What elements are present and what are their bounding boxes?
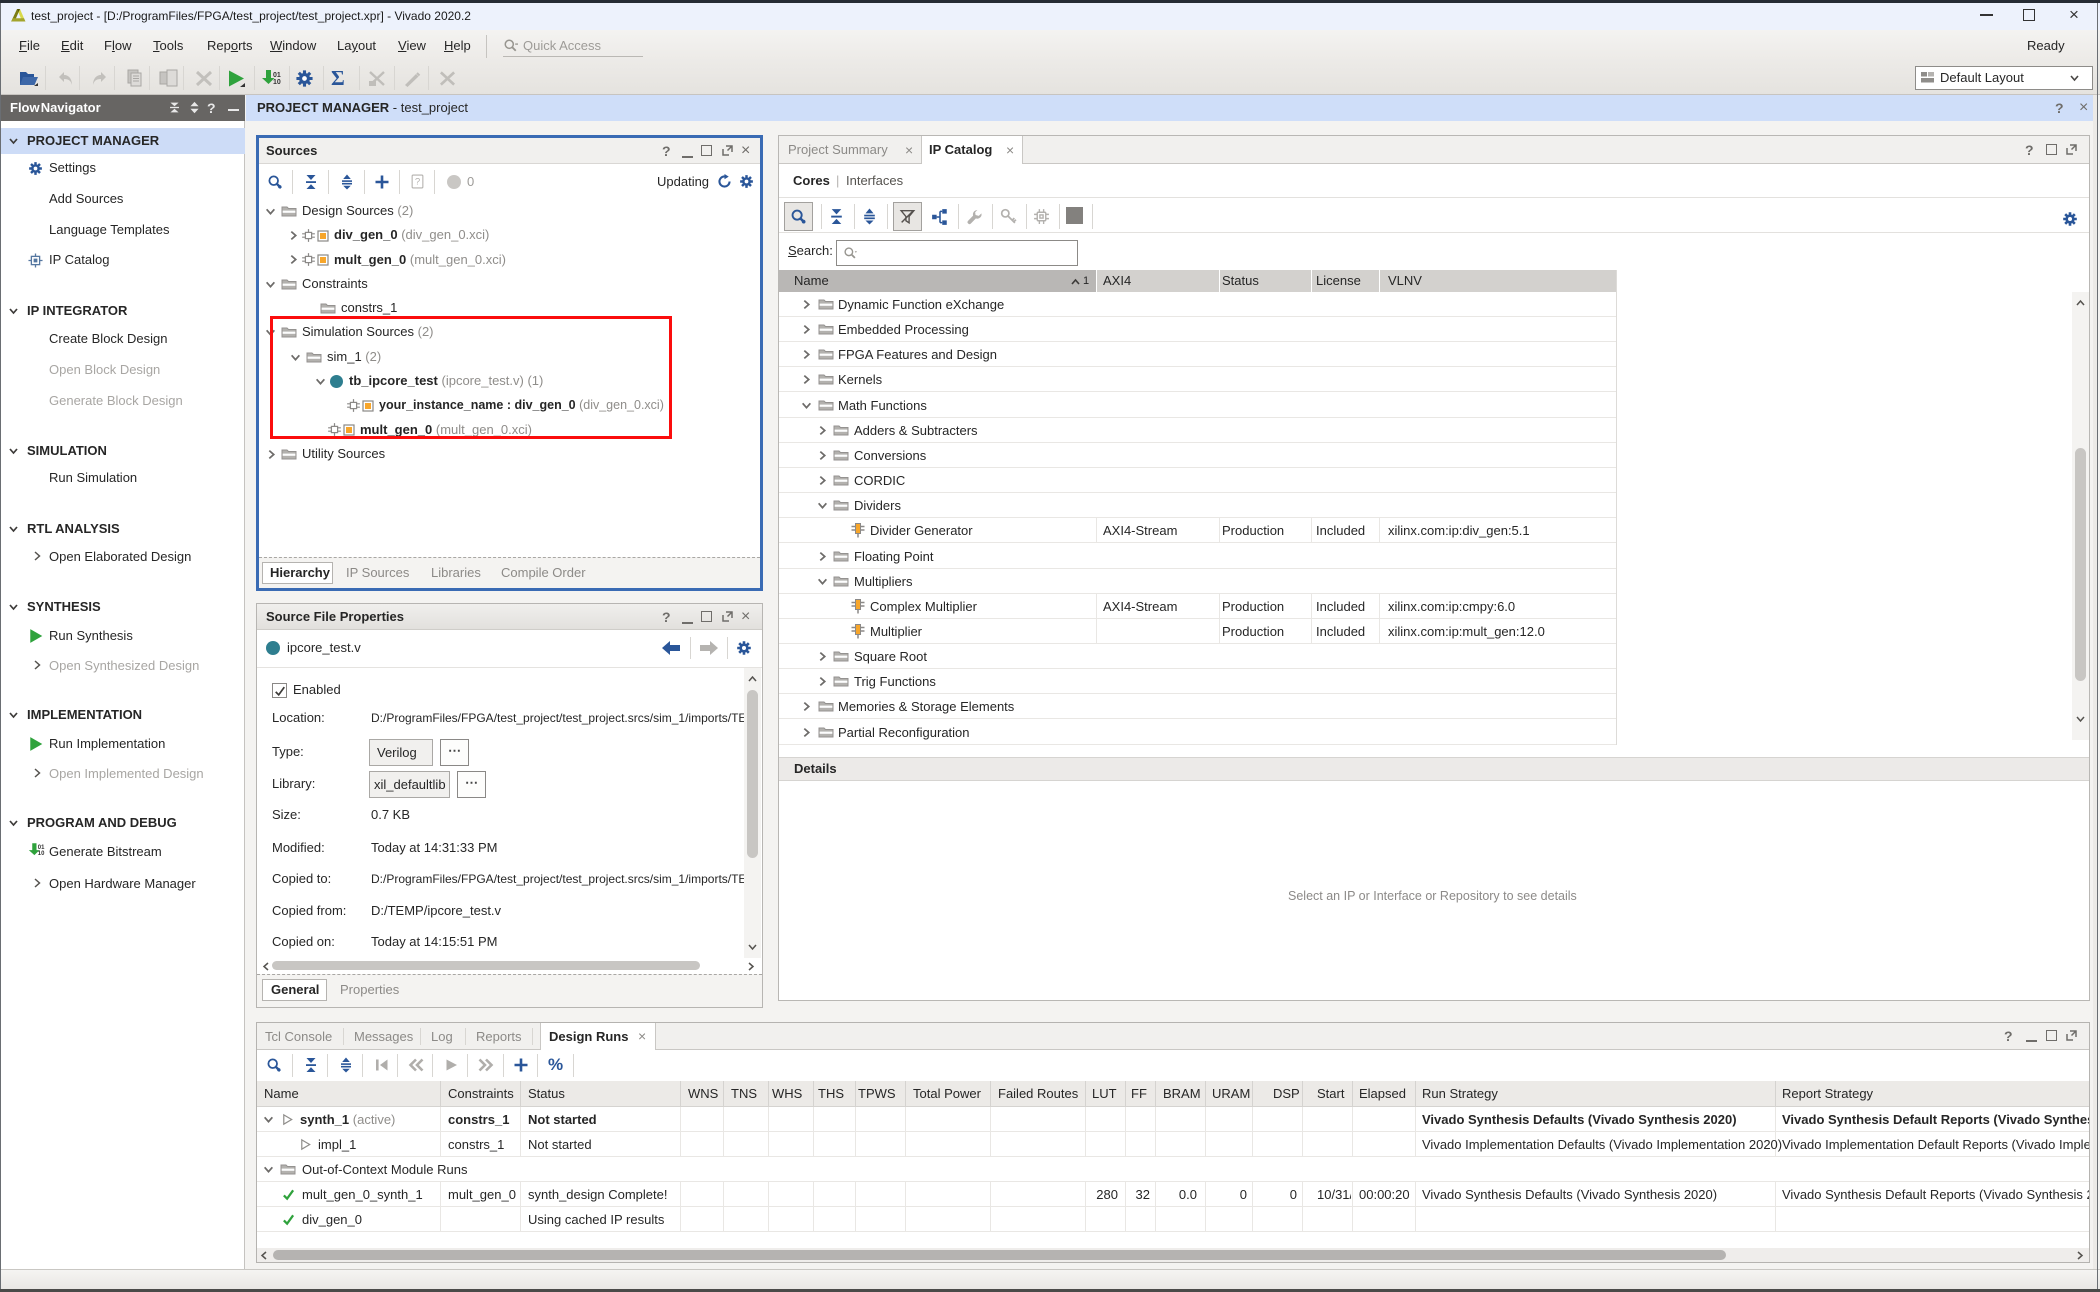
svg-text:10: 10 xyxy=(273,79,281,86)
svg-text:10: 10 xyxy=(38,851,45,857)
svg-text:01: 01 xyxy=(38,845,45,851)
svg-text:01: 01 xyxy=(273,72,281,79)
